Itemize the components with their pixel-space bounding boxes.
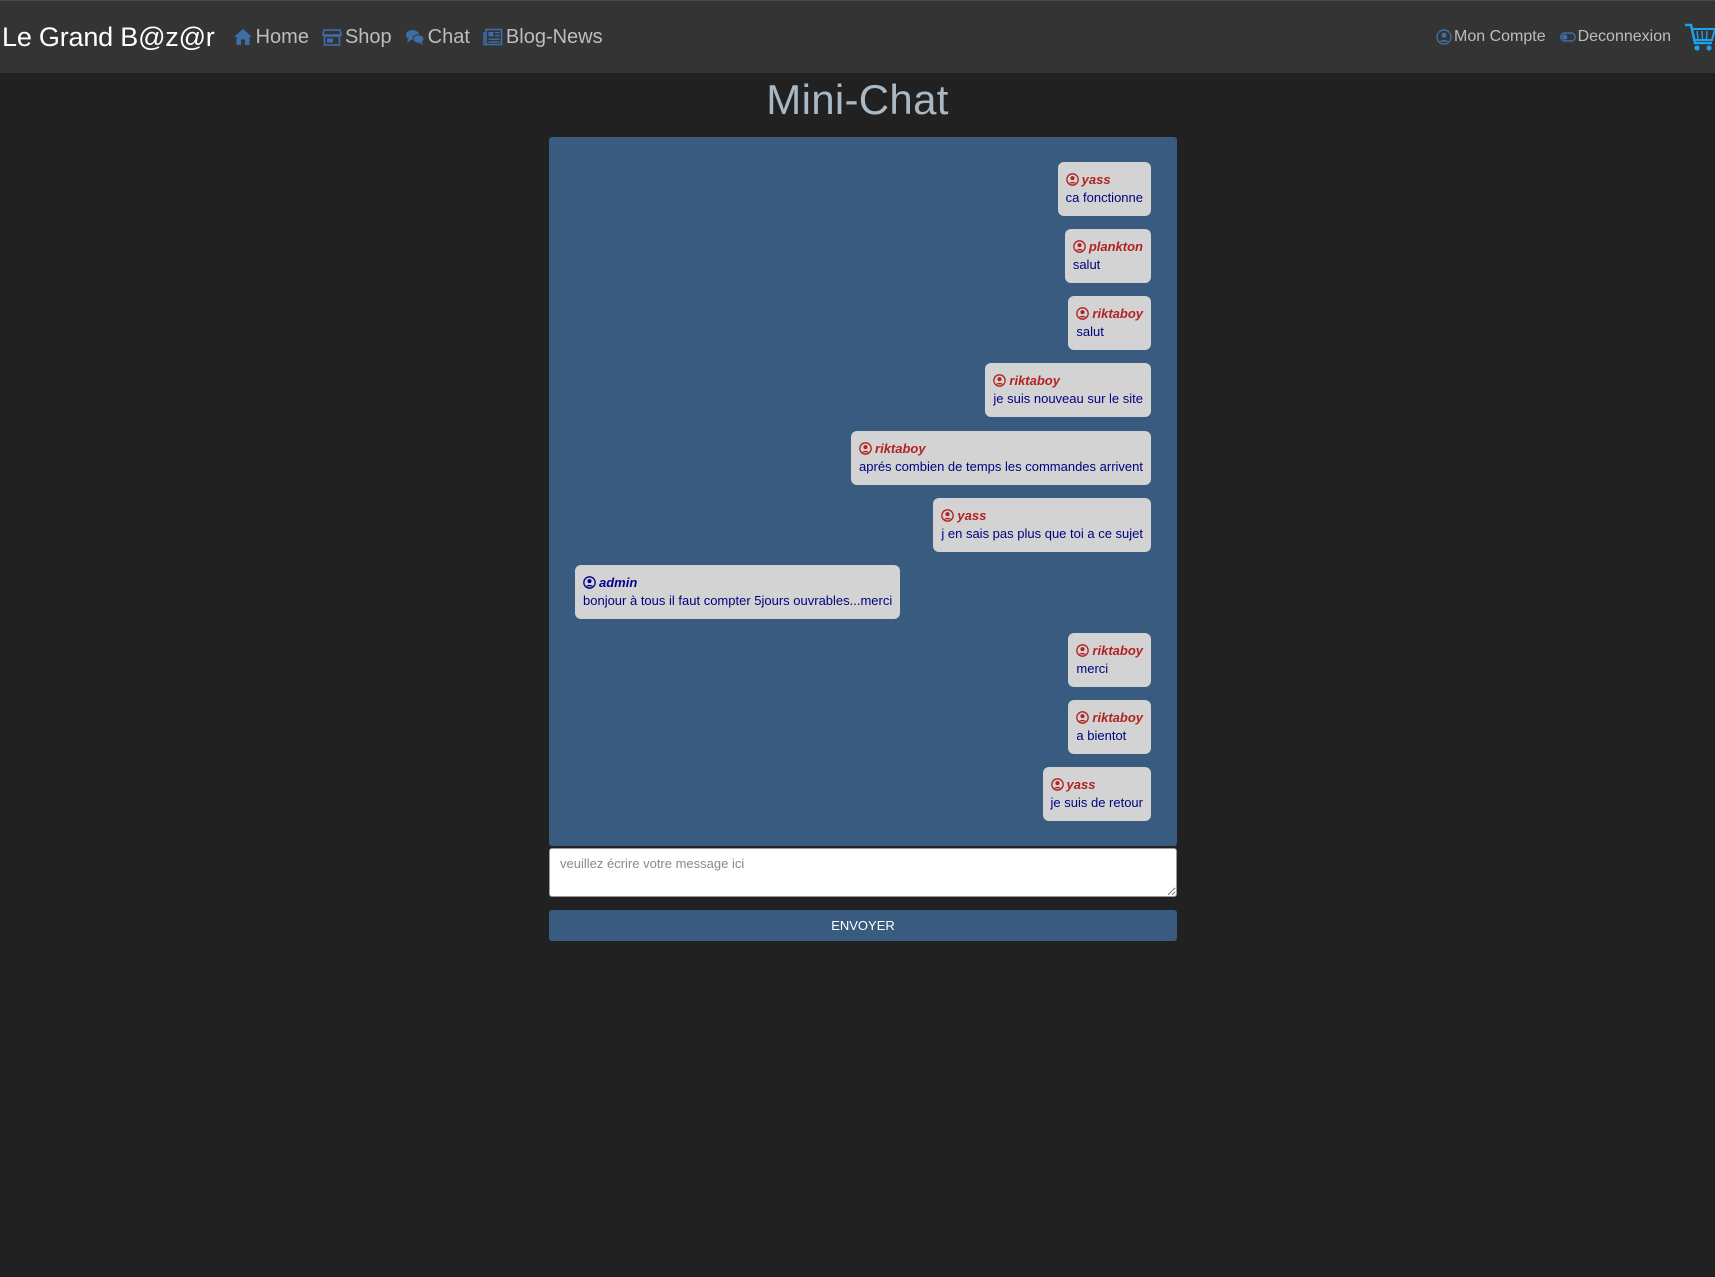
chat-message: plankton salut bbox=[1064, 229, 1151, 283]
user-circle-icon bbox=[1076, 306, 1090, 320]
nav-link-label: Home bbox=[255, 25, 309, 48]
message-text: salut bbox=[1076, 324, 1104, 339]
store-icon bbox=[321, 29, 342, 46]
chat-message: riktaboy je suis nouveau sur le site bbox=[985, 363, 1151, 417]
chat-message: riktaboy aprés combien de temps les comm… bbox=[851, 431, 1151, 485]
cart-icon[interactable] bbox=[1685, 21, 1715, 53]
message-author: riktaboy bbox=[1076, 641, 1143, 659]
message-text: ca fonctionne bbox=[1065, 190, 1143, 205]
message-author: riktaboy bbox=[859, 439, 1143, 457]
user-circle-icon bbox=[941, 508, 955, 522]
chat-message: riktaboy a bientot bbox=[1068, 700, 1151, 754]
navbar: Le Grand B@z@r Home Shop Chat Blog-News … bbox=[0, 0, 1715, 73]
nav-link-label: Chat bbox=[427, 25, 470, 48]
message-author-name: riktaboy bbox=[1092, 305, 1143, 321]
message-author: admin bbox=[583, 573, 892, 591]
logout-label: Deconnexion bbox=[1577, 28, 1671, 45]
message-author-name: admin bbox=[599, 574, 638, 590]
message-author-name: riktaboy bbox=[1092, 709, 1143, 725]
message-author-name: riktaboy bbox=[1092, 642, 1143, 658]
chat-message-admin: admin bonjour à tous il faut compter 5jo… bbox=[575, 565, 901, 619]
newspaper-icon bbox=[483, 28, 503, 46]
message-text: je suis nouveau sur le site bbox=[993, 391, 1143, 406]
brand-logo[interactable]: Le Grand B@z@r bbox=[2, 22, 215, 53]
chat-message: yass j en sais pas plus que toi a ce suj… bbox=[933, 498, 1151, 552]
message-text: je suis de retour bbox=[1050, 795, 1144, 810]
message-text: a bientot bbox=[1076, 728, 1127, 743]
main-nav: Home Shop Chat Blog-News bbox=[233, 26, 616, 49]
message-text: j en sais pas plus que toi a ce sujet bbox=[941, 526, 1143, 541]
chat-message: riktaboy merci bbox=[1068, 633, 1151, 687]
message-author: riktaboy bbox=[1076, 708, 1143, 726]
message-text: merci bbox=[1076, 661, 1109, 676]
user-circle-icon bbox=[1076, 643, 1090, 657]
user-circle-icon bbox=[1436, 29, 1452, 45]
nav-link-blog-news[interactable]: Blog-News bbox=[483, 26, 603, 49]
chat-message: yass ca fonctionne bbox=[1057, 162, 1151, 216]
message-author: yass bbox=[1065, 170, 1143, 188]
message-author-name: yass bbox=[1066, 776, 1096, 792]
user-circle-icon bbox=[993, 373, 1007, 387]
message-input[interactable] bbox=[549, 848, 1177, 897]
message-author: yass bbox=[1050, 775, 1144, 793]
page-title: Mini-Chat bbox=[766, 76, 949, 123]
send-button[interactable]: ENVOYER bbox=[549, 910, 1177, 941]
message-author-name: yass bbox=[1081, 171, 1111, 187]
message-author: yass bbox=[941, 506, 1143, 524]
toggle-off-icon bbox=[1559, 32, 1576, 42]
user-circle-icon bbox=[1076, 710, 1090, 724]
message-author-name: plankton bbox=[1088, 238, 1143, 254]
message-author: riktaboy bbox=[1076, 304, 1143, 322]
nav-link-shop[interactable]: Shop bbox=[321, 25, 392, 49]
user-circle-icon bbox=[1050, 777, 1064, 791]
message-author: plankton bbox=[1072, 237, 1143, 255]
account-nav: Mon Compte Deconnexion bbox=[1436, 21, 1715, 53]
message-text: salut bbox=[1072, 257, 1101, 272]
logout-link[interactable]: Deconnexion bbox=[1559, 28, 1671, 46]
user-circle-icon bbox=[1072, 239, 1086, 253]
message-author-name: riktaboy bbox=[1009, 372, 1060, 388]
message-text: aprés combien de temps les commandes arr… bbox=[859, 459, 1143, 474]
chat-messages-panel[interactable]: yass ca fonctionne plankton salut riktab… bbox=[549, 137, 1177, 846]
nav-link-chat[interactable]: Chat bbox=[405, 26, 470, 49]
chat-message: yass je suis de retour bbox=[1042, 767, 1151, 821]
chat-message: riktaboy salut bbox=[1068, 296, 1151, 350]
message-text: bonjour à tous il faut compter 5jours ou… bbox=[583, 593, 893, 608]
comments-icon bbox=[405, 30, 425, 45]
user-circle-icon bbox=[1065, 172, 1079, 186]
my-account-link[interactable]: Mon Compte bbox=[1436, 28, 1546, 46]
message-author-name: yass bbox=[957, 507, 987, 523]
nav-link-label: Shop bbox=[344, 25, 392, 48]
user-circle-icon bbox=[583, 575, 596, 589]
home-icon bbox=[233, 29, 252, 45]
nav-link-home[interactable]: Home bbox=[233, 26, 309, 49]
nav-link-label: Blog-News bbox=[505, 25, 603, 48]
user-circle-icon bbox=[859, 441, 872, 455]
message-author-name: riktaboy bbox=[875, 440, 926, 456]
my-account-label: Mon Compte bbox=[1454, 28, 1546, 45]
message-author: riktaboy bbox=[993, 371, 1143, 389]
